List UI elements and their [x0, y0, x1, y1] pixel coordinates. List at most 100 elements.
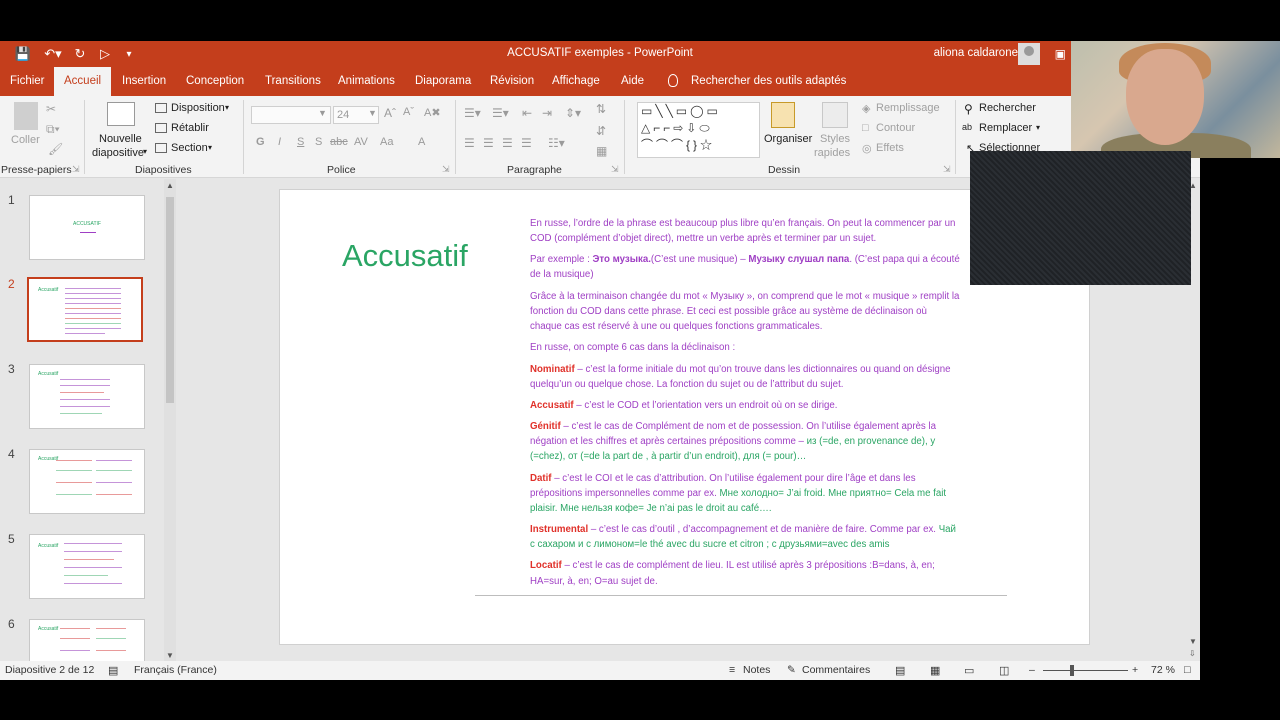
strikethrough-button[interactable]: abc — [330, 136, 348, 148]
quick-styles-label-1[interactable]: Styles — [820, 133, 850, 145]
comments-button[interactable]: Commentaires — [802, 664, 870, 676]
language-indicator[interactable]: Français (France) — [134, 664, 217, 676]
reset-button[interactable]: Rétablir — [171, 122, 209, 134]
tab-aide[interactable]: Aide — [621, 67, 644, 96]
text-direction-icon[interactable]: ⇅ — [596, 102, 606, 116]
reading-view-icon[interactable]: ▭ — [964, 664, 974, 677]
dialog-launcher-icon[interactable]: ⇲ — [72, 164, 80, 175]
arrange-icon[interactable] — [771, 102, 795, 128]
zoom-out-icon[interactable]: – — [1029, 664, 1035, 676]
paste-icon[interactable] — [14, 102, 38, 130]
tab-revision[interactable]: Révision — [490, 67, 534, 96]
underline-button[interactable]: S — [297, 136, 304, 148]
scroll-up-icon[interactable]: ▲ — [166, 181, 174, 190]
shrink-font-icon[interactable]: Aˇ — [403, 106, 414, 118]
format-painter-icon[interactable]: 🖌 — [48, 142, 63, 156]
zoom-slider[interactable] — [1043, 670, 1128, 671]
smartart-icon[interactable]: ▦ — [596, 144, 607, 158]
new-slide-icon[interactable] — [107, 102, 135, 126]
increase-indent-icon[interactable]: ⇥ — [542, 106, 552, 120]
align-left-icon[interactable]: ☰ — [464, 136, 475, 150]
new-slide-label-1[interactable]: Nouvelle — [99, 133, 142, 145]
line-spacing-icon[interactable]: ⇕▾ — [565, 106, 581, 120]
align-right-icon[interactable]: ☰ — [502, 136, 513, 150]
fit-to-window-icon[interactable]: □ — [1184, 664, 1191, 676]
slide-thumbnail-4[interactable]: Accusatif — [29, 449, 145, 514]
tab-accueil[interactable]: Accueil — [54, 67, 112, 96]
shadow-button[interactable]: S — [315, 136, 322, 148]
decrease-indent-icon[interactable]: ⇤ — [522, 106, 532, 120]
scrollbar-thumb[interactable] — [166, 197, 174, 403]
replace-button[interactable]: Remplacer — [979, 122, 1032, 134]
shape-fill-button[interactable]: Remplissage — [876, 102, 940, 114]
slide-canvas[interactable]: Accusatif En russe, l’ordre de la phrase… — [279, 189, 1090, 645]
shape-outline-button[interactable]: Contour — [876, 122, 915, 134]
align-center-icon[interactable]: ☰ — [483, 136, 494, 150]
user-name[interactable]: aliona caldarone — [934, 47, 1018, 59]
dialog-launcher-icon[interactable]: ⇲ — [943, 164, 951, 175]
quick-styles-label-2[interactable]: rapides — [814, 147, 850, 159]
chevron-down-icon[interactable]: ▼ — [318, 108, 327, 118]
notes-icon[interactable]: ≡ — [729, 664, 735, 676]
layout-button[interactable]: Disposition — [171, 102, 225, 114]
slide-thumbnail-5[interactable]: Accusatif — [29, 534, 145, 599]
slideshow-view-icon[interactable]: ◫ — [999, 664, 1009, 677]
quick-styles-icon[interactable] — [822, 102, 848, 128]
slide-thumbnail-1[interactable]: ACCUSATIF — [29, 195, 145, 260]
slide-thumbnail-6[interactable]: Accusatif — [29, 619, 145, 663]
normal-view-icon[interactable]: ▤ — [895, 664, 905, 677]
shapes-gallery[interactable]: ▭╲╲▭◯▭ △⌐⌐⇨⇩⬭ ⌒⌒⌒{}☆ — [637, 102, 760, 158]
character-spacing-button[interactable]: AV — [354, 136, 368, 148]
tab-affichage[interactable]: Affichage — [552, 67, 600, 96]
shape-fill-icon[interactable]: ◈ — [862, 102, 870, 115]
scroll-down-icon[interactable]: ▼ — [166, 651, 174, 660]
shape-effects-button[interactable]: Effets — [876, 142, 904, 154]
paste-label[interactable]: Coller — [11, 134, 40, 146]
copy-icon[interactable]: ⧉▾ — [46, 122, 60, 137]
chevron-down-icon[interactable]: ▼ — [368, 108, 377, 118]
justify-icon[interactable]: ☰ — [521, 136, 532, 150]
tab-conception[interactable]: Conception — [186, 67, 244, 96]
ribbon-display-options-icon[interactable]: ▣ — [1055, 47, 1066, 61]
chevron-down-icon[interactable]: ▾ — [208, 143, 212, 152]
chevron-down-icon[interactable]: ▾ — [143, 147, 147, 156]
next-slide-icon[interactable]: ⇩ — [1189, 649, 1196, 658]
cut-icon[interactable]: ✂ — [46, 102, 56, 116]
tab-insertion[interactable]: Insertion — [122, 67, 166, 96]
tab-diaporama[interactable]: Diaporama — [415, 67, 471, 96]
chevron-down-icon[interactable]: ▾ — [1036, 123, 1040, 132]
slide-sorter-icon[interactable]: ▦ — [930, 664, 940, 677]
bold-button[interactable]: G — [256, 136, 265, 148]
section-button[interactable]: Section — [171, 142, 208, 154]
notes-button[interactable]: Notes — [743, 664, 770, 676]
slide-body-text[interactable]: En russe, l’ordre de la phrase est beauc… — [530, 216, 960, 595]
search-icon[interactable]: ⚲ — [964, 102, 973, 116]
zoom-slider-thumb[interactable] — [1070, 665, 1074, 676]
dialog-launcher-icon[interactable]: ⇲ — [442, 164, 450, 175]
numbering-icon[interactable]: ☰▾ — [492, 106, 509, 120]
align-text-icon[interactable]: ⇵ — [596, 124, 606, 138]
replace-icon[interactable]: ab — [962, 122, 972, 132]
tab-transitions[interactable]: Transitions — [265, 67, 321, 96]
chevron-down-icon[interactable]: ▾ — [225, 103, 229, 112]
shape-outline-icon[interactable]: □ — [862, 122, 869, 134]
arrange-button[interactable]: Organiser — [764, 133, 812, 145]
comments-icon[interactable]: ✎ — [787, 664, 796, 676]
italic-button[interactable]: I — [278, 136, 281, 148]
tell-me-search[interactable]: Rechercher des outils adaptés — [691, 67, 846, 96]
avatar[interactable] — [1018, 43, 1040, 65]
zoom-level[interactable]: 72 % — [1151, 664, 1175, 676]
tab-animations[interactable]: Animations — [338, 67, 395, 96]
font-color-button[interactable]: A — [418, 136, 425, 148]
grow-font-icon[interactable]: Aˆ — [384, 106, 396, 120]
spelling-icon[interactable]: ▤ — [108, 664, 118, 677]
slide-title[interactable]: Accusatif — [342, 238, 468, 274]
change-case-button[interactable]: Aa — [380, 136, 393, 148]
tab-fichier[interactable]: Fichier — [10, 67, 45, 96]
slide-thumbnail-3[interactable]: Accusatif — [29, 364, 145, 429]
shape-effects-icon[interactable]: ◎ — [862, 142, 872, 155]
slide-thumbnail-2[interactable]: Accusatif — [27, 277, 143, 342]
scroll-down-icon[interactable]: ▼ — [1189, 637, 1197, 646]
zoom-in-icon[interactable]: + — [1132, 664, 1138, 676]
new-slide-label-2[interactable]: diapositive — [92, 147, 144, 159]
